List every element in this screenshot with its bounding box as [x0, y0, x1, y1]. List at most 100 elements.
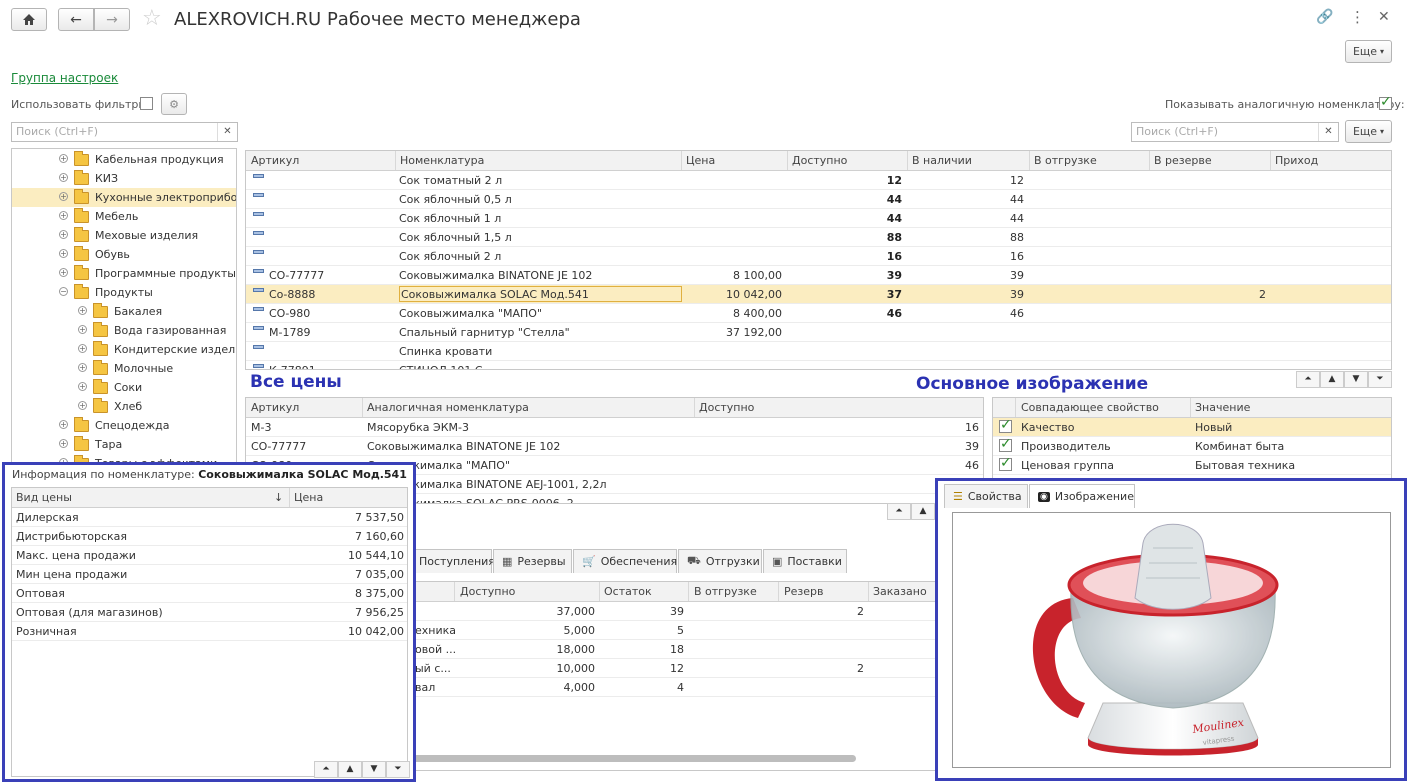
table-row[interactable]: Сок яблочный 0,5 л 44 44 [246, 190, 1391, 209]
home-button[interactable] [11, 8, 47, 31]
scroll-top-icon[interactable]: ⏶ [1296, 371, 1320, 388]
tree-item[interactable]: + Тара [12, 435, 236, 454]
table-row[interactable]: Спинка кровати [246, 342, 1391, 361]
expand-icon[interactable]: + [59, 268, 68, 277]
main-search-input[interactable]: Поиск (Ctrl+F) ✕ [1131, 122, 1339, 142]
expand-icon[interactable]: + [59, 211, 68, 220]
analog-scroll-top-icon[interactable]: ⏶ [887, 503, 911, 520]
match-checkbox[interactable] [999, 436, 1012, 452]
expand-icon[interactable]: + [59, 249, 68, 258]
table-row[interactable]: Оптовая (для магазинов) 7 956,25 [12, 603, 407, 622]
prices-scroll-top-icon[interactable]: ⏶ [314, 761, 338, 778]
tree-item[interactable]: + Кондитерские изделия [12, 340, 236, 359]
close-icon[interactable]: ✕ [1378, 9, 1390, 25]
table-row[interactable]: овой ... 18,000 18 [413, 640, 936, 659]
table-row[interactable]: Ценовая группаБытовая техника [993, 455, 1391, 475]
prices-scroll-down-icon[interactable]: ▼ [362, 761, 386, 778]
tab-receipts[interactable]: Поступления [412, 549, 495, 573]
tree-item[interactable]: + Соки [12, 378, 236, 397]
table-row[interactable]: Дилерская 7 537,50 [12, 508, 407, 527]
table-row[interactable]: Оптовая 8 375,00 [12, 584, 407, 603]
tab-image[interactable]: ◉ Изображение [1029, 484, 1135, 508]
tree-item[interactable]: + Кабельная продукция [12, 150, 236, 169]
stock-table[interactable]: Доступно Остаток В отгрузке Резерв Заказ… [412, 581, 937, 771]
tab-bag[interactable]: ▣ Поставки [763, 549, 847, 573]
tree-item[interactable]: + Обувь [12, 245, 236, 264]
products-table[interactable]: Артикул Номенклатура Цена Доступно В наличии… [245, 150, 1392, 370]
tree-item[interactable]: + Кухонные электроприборы [12, 188, 236, 207]
expand-icon[interactable]: + [78, 401, 87, 410]
analog-scroll-up-icon[interactable]: ▲ [911, 503, 935, 520]
table-row[interactable]: 37,000 39 2 [413, 602, 936, 621]
table-row[interactable]: Макс. цена продажи 10 544,10 [12, 546, 407, 565]
expand-icon[interactable]: + [59, 439, 68, 448]
table-row[interactable]: вал 4,000 4 [413, 678, 936, 697]
table-row[interactable]: Розничная 10 042,00 [12, 622, 407, 641]
table-row[interactable]: ПроизводительКомбинат быта [993, 436, 1391, 456]
match-checkbox[interactable] [999, 455, 1012, 471]
collapse-icon[interactable]: − [59, 287, 68, 296]
prices-scroll-up-icon[interactable]: ▲ [338, 761, 362, 778]
expand-icon[interactable]: + [78, 363, 87, 372]
tree-item[interactable]: + Мебель [12, 207, 236, 226]
clear-icon[interactable]: ✕ [217, 123, 237, 141]
back-button[interactable]: ← [58, 8, 94, 31]
clear-icon[interactable]: ✕ [1318, 123, 1338, 141]
more-button-main[interactable]: Еще ▾ [1345, 120, 1392, 143]
tree-item[interactable]: + Вода газированная [12, 321, 236, 340]
tree-item[interactable]: − Продукты [12, 283, 236, 302]
expand-icon[interactable]: + [59, 230, 68, 239]
show-analog-checkbox[interactable] [1379, 94, 1392, 110]
favorite-star-icon[interactable]: ☆ [142, 6, 162, 31]
expand-icon[interactable]: + [59, 420, 68, 429]
table-row[interactable]: СО-77777 Соковыжималка BINATONE JE 102 8 1… [246, 266, 1391, 285]
tab-reserve[interactable]: ▦ Резервы [493, 549, 572, 573]
expand-icon[interactable]: + [78, 306, 87, 315]
table-row[interactable]: Сок томатный 2 л 12 12 [246, 171, 1391, 190]
tree-item[interactable]: + Хлеб [12, 397, 236, 416]
tree-item[interactable]: + Бакалея [12, 302, 236, 321]
table-row[interactable]: СО-980 Соковыжималка "МАПО" 8 400,00 46 46 [246, 304, 1391, 323]
table-row[interactable]: Сок яблочный 2 л 16 16 [246, 247, 1391, 266]
table-row[interactable]: Со-8888 Соковыжималка SOLAC Мод.541 10 042… [246, 285, 1391, 304]
prices-scroll-bottom-icon[interactable]: ⏷ [386, 761, 410, 778]
table-row[interactable]: Сок яблочный 1 л 44 44 [246, 209, 1391, 228]
tree-item[interactable]: + Спецодежда [12, 416, 236, 435]
more-button-top[interactable]: Еще ▾ [1345, 40, 1392, 63]
filter-settings-button[interactable]: ⚙ [161, 93, 187, 115]
menu-dots-icon[interactable]: ⋮ [1350, 8, 1365, 26]
tree-item[interactable]: + Меховые изделия [12, 226, 236, 245]
tab-properties[interactable]: ☰ Свойства [944, 484, 1028, 508]
table-row[interactable]: К-77891СТИНОЛ 101 С [246, 361, 1391, 369]
expand-icon[interactable]: + [78, 344, 87, 353]
sort-down-icon[interactable]: ↓ [274, 491, 283, 504]
match-checkbox[interactable] [999, 417, 1012, 433]
tree-item[interactable]: + КИЗ [12, 169, 236, 188]
table-row[interactable]: СО-77777 Соковыжималка BINATONE JE 102 39 [246, 437, 983, 456]
tree-item[interactable]: + Программные продукты 1С [12, 264, 236, 283]
use-filters-checkbox[interactable] [140, 97, 153, 110]
expand-icon[interactable]: + [78, 325, 87, 334]
scroll-bottom-icon[interactable]: ⏷ [1368, 371, 1392, 388]
prices-table[interactable]: Вид цены ↓ Цена Дилерская 7 537,50 Дистриб… [11, 487, 408, 777]
tree-item[interactable]: + Молочные [12, 359, 236, 378]
expand-icon[interactable]: + [59, 192, 68, 201]
table-row[interactable]: КачествоНовый [993, 417, 1391, 437]
category-tree[interactable]: + Кабельная продукция + КИЗ + Кухонные электр… [11, 148, 237, 464]
table-row[interactable]: Дистрибьюторская 7 160,60 [12, 527, 407, 546]
tree-search-input[interactable]: Поиск (Ctrl+F) ✕ [11, 122, 238, 142]
scroll-down-icon[interactable]: ▼ [1344, 371, 1368, 388]
expand-icon[interactable]: + [59, 173, 68, 182]
link-icon[interactable]: 🔗 [1316, 9, 1333, 25]
forward-button[interactable]: → [94, 8, 130, 31]
matching-props-table[interactable]: Совпадающее свойство Значение КачествоНо… [992, 397, 1392, 481]
expand-icon[interactable]: + [59, 154, 68, 163]
scroll-up-icon[interactable]: ▲ [1320, 371, 1344, 388]
expand-icon[interactable]: + [78, 382, 87, 391]
tab-truck[interactable]: ⛟ Отгрузки [678, 549, 762, 573]
horizontal-scrollbar[interactable] [413, 755, 856, 762]
table-row[interactable]: Сок яблочный 1,5 л 88 88 [246, 228, 1391, 247]
table-row[interactable]: ый с... 10,000 12 2 [413, 659, 936, 678]
table-row[interactable]: М-1789 Спальный гарнитур "Стелла" 37 192,0… [246, 323, 1391, 342]
table-row[interactable]: ехника 5,000 5 [413, 621, 936, 640]
